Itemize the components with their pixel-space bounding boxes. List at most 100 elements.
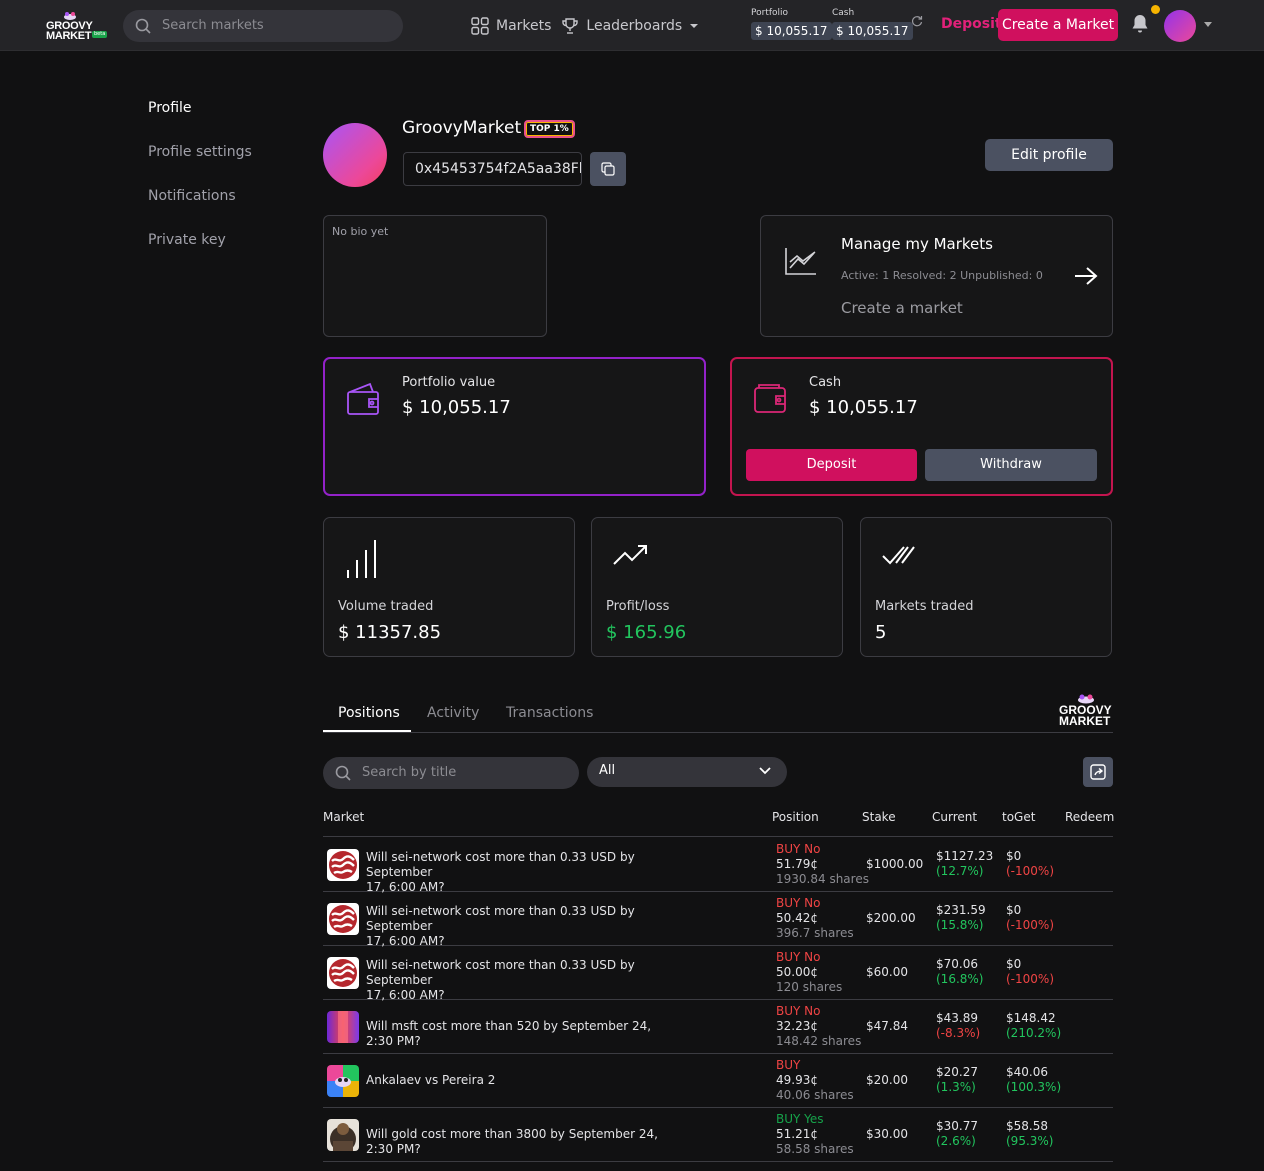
market-title[interactable]: Will sei-network cost more than 0.33 USD…	[366, 904, 676, 949]
portfolio-value-label: Portfolio value	[402, 375, 496, 390]
market-title[interactable]: Will sei-network cost more than 0.33 USD…	[366, 958, 676, 1003]
positions-tabs: Positions Activity Transactions	[323, 700, 1113, 733]
sidebar-item-notifications[interactable]: Notifications	[148, 188, 252, 232]
portfolio-value-amount: $ 10,055.17	[402, 397, 511, 418]
market-thumbnail	[327, 957, 359, 989]
manage-markets-card[interactable]: Manage my Markets Active: 1 Resolved: 2 …	[760, 215, 1113, 337]
header-cash-value: $ 10,055.17	[832, 22, 913, 40]
table-row[interactable]: Will msft cost more than 520 by Septembe…	[323, 1000, 1113, 1054]
settings-sidebar: Profile Profile settings Notifications P…	[148, 100, 252, 276]
header-portfolio-value: $ 10,055.17	[751, 22, 832, 40]
market-title[interactable]: Ankalaev vs Pereira 2	[366, 1073, 676, 1088]
position-shares: 148.42 shares	[776, 1034, 862, 1048]
position-price: 50.42¢	[776, 911, 818, 925]
table-row[interactable]: Will sei-network cost more than 0.33 USD…	[323, 946, 1113, 1003]
sidebar-item-profile-settings[interactable]: Profile settings	[148, 144, 252, 188]
create-market-button[interactable]: Create a Market	[998, 9, 1118, 41]
position-shares: 40.06 shares	[776, 1088, 854, 1102]
arrow-right-icon[interactable]	[1074, 266, 1098, 286]
market-title-line1: Will gold cost more than 3800 by Septemb…	[366, 1127, 658, 1156]
market-title-line1: Will msft cost more than 520 by Septembe…	[366, 1019, 652, 1048]
export-button[interactable]	[1083, 757, 1113, 787]
bio-box: No bio yet	[323, 215, 547, 337]
markets-traded-card: Markets traded 5	[860, 517, 1112, 657]
cash-label: Cash	[809, 375, 842, 390]
nav-leaderboards[interactable]: Leaderboards	[561, 17, 699, 35]
beta-badge: beta	[92, 31, 108, 38]
sidebar-item-profile[interactable]: Profile	[148, 100, 252, 144]
current-cell: $1127.23 (12.7%)	[936, 849, 993, 879]
table-row[interactable]: Will sei-network cost more than 0.33 USD…	[323, 838, 1113, 895]
toget-cell: $0 (-100%)	[1006, 903, 1054, 933]
tab-activity[interactable]: Activity	[427, 705, 479, 721]
market-thumbnail	[327, 903, 359, 935]
stake-cell: $20.00	[866, 1073, 908, 1087]
top-bar: GROOVY MARKET beta Search markets Market…	[0, 0, 1264, 51]
chevron-down-icon	[690, 24, 699, 28]
current-value: $231.59	[936, 903, 986, 917]
col-position: Position	[772, 810, 819, 824]
brand-line2: MARKET	[1059, 714, 1111, 728]
tab-transactions[interactable]: Transactions	[506, 705, 593, 721]
bio-text: No bio yet	[332, 225, 389, 238]
current-value: $1127.23	[936, 849, 994, 863]
col-redeem: Redeem	[1065, 810, 1115, 824]
refresh-icon[interactable]	[911, 15, 923, 27]
current-cell: $43.89 (-8.3%)	[936, 1011, 980, 1041]
position-cell: BUY No 51.79¢ 1930.84 shares	[776, 842, 869, 887]
profile-avatar	[323, 123, 387, 187]
stake-cell: $200.00	[866, 911, 916, 925]
header-deposit-link[interactable]: Deposit	[941, 16, 1002, 32]
tab-positions[interactable]: Positions	[338, 705, 400, 721]
header-portfolio-label: Portfolio	[751, 8, 789, 18]
table-row[interactable]: Will gold cost more than 3800 by Septemb…	[323, 1108, 1113, 1162]
market-title[interactable]: Will gold cost more than 3800 by Septemb…	[366, 1127, 676, 1157]
manage-markets-stats: Active: 1 Resolved: 2 Unpublished: 0	[841, 269, 1043, 282]
position-side: BUY Yes	[776, 1112, 824, 1126]
avatar-caret-icon[interactable]	[1204, 22, 1212, 27]
edit-profile-button[interactable]: Edit profile	[985, 139, 1113, 171]
groovy-market-logo[interactable]: GROOVY MARKET beta	[46, 11, 110, 42]
market-title-line1: Will sei-network cost more than 0.33 USD…	[366, 958, 635, 987]
position-side: BUY No	[776, 896, 821, 910]
filter-select-value: All	[599, 763, 616, 778]
position-side: BUY No	[776, 1004, 821, 1018]
position-price: 50.00¢	[776, 965, 818, 979]
bell-icon[interactable]	[1131, 14, 1149, 34]
bar-chart-icon	[347, 540, 376, 578]
toget-value: $148.42	[1006, 1011, 1056, 1025]
manage-create-market-link[interactable]: Create a market	[841, 299, 963, 317]
stake-cell: $60.00	[866, 965, 908, 979]
brand-logo: GROOVY MARKET	[1059, 693, 1115, 729]
col-market: Market	[323, 810, 365, 824]
market-title[interactable]: Will msft cost more than 520 by Septembe…	[366, 1019, 676, 1049]
main-nav: Markets Leaderboards	[471, 15, 709, 37]
position-shares: 396.7 shares	[776, 926, 854, 940]
col-stake: Stake	[862, 810, 896, 824]
withdraw-button[interactable]: Withdraw	[925, 449, 1097, 481]
wallet-address-field[interactable]: 0x45453754f2A5aa38Fb	[403, 152, 582, 186]
market-search-input[interactable]: Search markets	[123, 10, 403, 42]
current-value: $43.89	[936, 1011, 978, 1025]
col-toget: toGet	[1002, 810, 1036, 824]
position-filter-select[interactable]: All	[587, 757, 787, 787]
toget-value: $0	[1006, 903, 1022, 917]
nav-markets[interactable]: Markets	[471, 17, 551, 35]
table-row[interactable]: Ankalaev vs Pereira 2 BUY 49.93¢ 40.06 shar…	[323, 1054, 1113, 1108]
table-row[interactable]: Will sei-network cost more than 0.33 USD…	[323, 892, 1113, 949]
user-avatar[interactable]	[1164, 10, 1196, 42]
copy-address-button[interactable]	[590, 152, 626, 186]
deposit-button[interactable]: Deposit	[746, 449, 917, 481]
positions-search-input[interactable]: Search by title	[323, 757, 579, 789]
header-cash[interactable]: Cash $ 10,055.17	[832, 8, 913, 40]
toget-cell: $148.42 (210.2%)	[1006, 1011, 1061, 1041]
market-title[interactable]: Will sei-network cost more than 0.33 USD…	[366, 850, 676, 895]
trending-up-icon	[613, 545, 647, 565]
toget-pct: (-100%)	[1006, 972, 1054, 986]
profile-username: GroovyMarket	[402, 118, 522, 138]
chevron-down-icon	[759, 767, 771, 775]
toget-pct: (95.3%)	[1006, 1134, 1054, 1148]
sidebar-item-private-key[interactable]: Private key	[148, 232, 252, 276]
toget-cell: $40.06 (100.3%)	[1006, 1065, 1061, 1095]
header-portfolio[interactable]: Portfolio $ 10,055.17	[751, 8, 832, 40]
